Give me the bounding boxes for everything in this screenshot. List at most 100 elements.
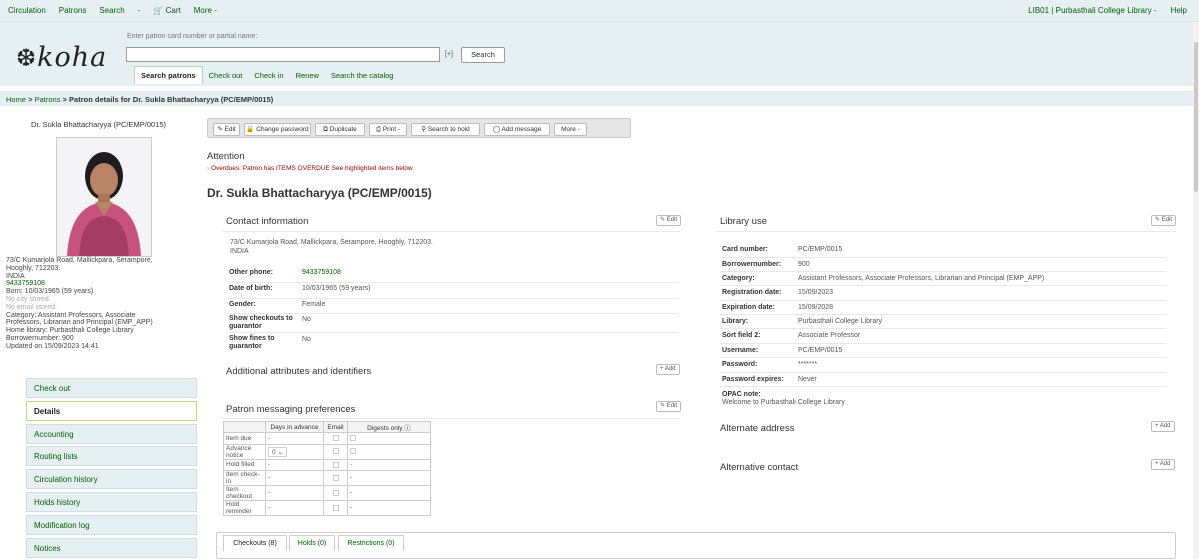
digest-cell (347, 443, 431, 460)
attention-heading: Attention (207, 151, 245, 162)
divider (720, 257, 1166, 258)
menu-check-out[interactable]: Check out (26, 378, 197, 398)
tab-check-out[interactable]: Check out (203, 71, 249, 80)
sort-field-label: Sort field 2: (722, 332, 761, 339)
divider (716, 231, 1176, 232)
expiration-date-label: Expiration date: (722, 304, 775, 311)
gender-label: Gender: (229, 301, 256, 308)
add-alternate-address-button[interactable]: + Add (1151, 421, 1175, 432)
breadcrumb-current: Patron details for Dr. Sukla Bhattachary… (69, 95, 274, 104)
patron-photo[interactable] (56, 137, 152, 257)
address-country: INDIA (230, 248, 249, 255)
borrowernumber-value: 900 (798, 261, 810, 268)
email-checkbox[interactable] (332, 461, 339, 468)
patron-title: Dr. Sukla Bhattacharyya (PC/EMP/0015) (207, 186, 432, 200)
lock-icon: 🔒 (246, 126, 255, 133)
email-checkbox[interactable] (332, 504, 339, 511)
email-checkbox[interactable] (332, 435, 339, 442)
breadcrumb-patrons[interactable]: Patrons (35, 95, 61, 104)
email-checkbox[interactable] (332, 489, 339, 496)
nav-circulation[interactable]: Circulation (8, 6, 46, 15)
sidebar-patron-name: Dr. Sukla Bhattacharyya (PC/EMP/0015) (30, 120, 167, 129)
page-scrollbar[interactable] (1193, 22, 1199, 559)
print-button[interactable]: ⎙ Print - (369, 123, 407, 136)
library-menu[interactable]: LIB01 | Purbasthali College Library - (1028, 6, 1156, 15)
add-attributes-button[interactable]: + Add (656, 364, 680, 375)
tab-renew[interactable]: Renew (290, 71, 325, 80)
info-icon[interactable]: ⓘ (404, 425, 411, 432)
tab-search-catalog[interactable]: Search the catalog (325, 71, 400, 80)
change-password-button[interactable]: 🔒 Change password (244, 123, 311, 136)
days-in-advance-select[interactable]: 0 ⌄ (268, 446, 287, 457)
nav-search[interactable]: Search (99, 6, 124, 15)
scrollbar-thumb[interactable] (1194, 42, 1198, 192)
digest-checkbox[interactable] (350, 448, 356, 455)
email-cell (323, 458, 348, 471)
search-to-hold-button[interactable]: ⚲ Search to hold (411, 123, 480, 136)
menu-details[interactable]: Details (26, 400, 197, 421)
patron-sidebar: Dr. Sukla Bhattacharyya (PC/EMP/0015) 73… (0, 112, 197, 559)
search-to-hold-label: Search to hold (427, 126, 470, 133)
breadcrumb-home[interactable]: Home (6, 95, 26, 104)
username-value: PC/EMP/0015 (798, 347, 843, 354)
divider (228, 332, 678, 333)
digest-cell (347, 432, 431, 445)
edit-library-use-button[interactable]: ✎ Edit (1151, 215, 1177, 226)
tab-check-in[interactable]: Check in (248, 71, 289, 80)
menu-routing-lists[interactable]: Routing lists (26, 446, 197, 467)
sidebar-category: Professors, Librarian and Principal (EMP… (6, 319, 153, 327)
dob-value: 10/03/1965 (59 years) (302, 285, 371, 292)
nav-more[interactable]: More - (194, 6, 217, 15)
add-message-button[interactable]: ◯ Add message (484, 123, 550, 136)
duplicate-label: Duplicate (329, 126, 357, 133)
card-number-value: PC/EMP/0015 (798, 246, 843, 253)
tab-restrictions[interactable]: Restrictions (0) (338, 535, 404, 551)
duplicate-button[interactable]: ⧉ Duplicate (315, 123, 365, 136)
menu-holds-history[interactable]: Holds history (26, 491, 197, 512)
menu-modification-log[interactable]: Modification log (26, 514, 197, 535)
expand-search-link[interactable]: [+] (445, 51, 453, 58)
row-label: Advance notice (223, 443, 266, 460)
email-cell (323, 432, 348, 445)
nav-patrons[interactable]: Patrons (59, 6, 87, 15)
patron-search-input[interactable] (126, 47, 440, 62)
koha-logo[interactable]: ❆koha (16, 42, 107, 73)
email-checkbox[interactable] (332, 474, 339, 481)
tab-checkouts[interactable]: Checkouts (8) (223, 535, 287, 551)
tab-search-patrons[interactable]: Search patrons (134, 66, 203, 84)
row-days: - (265, 458, 324, 471)
breadcrumb-separator: > (28, 95, 33, 104)
alternative-contact-heading: Alternative contact (720, 462, 799, 473)
digest-checkbox[interactable] (350, 435, 356, 442)
menu-notices[interactable]: Notices (26, 537, 197, 558)
row-days: - (265, 484, 324, 501)
nav-cart[interactable]: 🛒 Cart (153, 6, 180, 15)
password-expires-label: Password expires: (722, 376, 784, 383)
email-cell (323, 484, 348, 501)
row-digest: - (347, 499, 431, 516)
email-cell (323, 499, 348, 516)
add-message-label: Add message (501, 126, 542, 133)
menu-accounting[interactable]: Accounting (26, 423, 197, 444)
library-label: Library: (722, 318, 749, 325)
menu-circulation-history[interactable]: Circulation history (26, 469, 197, 490)
breadcrumb-separator: > (62, 95, 67, 104)
other-phone-value[interactable]: 9433759108 (302, 269, 341, 276)
help-link[interactable]: Help (1171, 6, 1187, 15)
divider (228, 313, 678, 314)
printer-icon: ⎙ (375, 126, 382, 133)
more-button[interactable]: More - (554, 123, 587, 136)
header: ❆koha Enter patron card number or partia… (0, 22, 1199, 86)
other-phone-label: Other phone: (229, 269, 273, 276)
edit-button[interactable]: ✎ Edit (213, 123, 240, 136)
edit-messaging-button[interactable]: ✎ Edit (656, 401, 682, 412)
edit-label: Edit (224, 126, 236, 133)
tab-holds[interactable]: Holds (0) (289, 535, 335, 551)
email-checkbox[interactable] (332, 448, 339, 455)
search-button[interactable]: Search (461, 47, 505, 63)
gender-value: Female (302, 301, 326, 308)
row-digest: - (347, 458, 431, 471)
col-header-digests-label: Digests only (367, 425, 403, 433)
add-alternative-contact-button[interactable]: + Add (1151, 459, 1175, 470)
edit-contact-button[interactable]: ✎ Edit (656, 215, 682, 226)
